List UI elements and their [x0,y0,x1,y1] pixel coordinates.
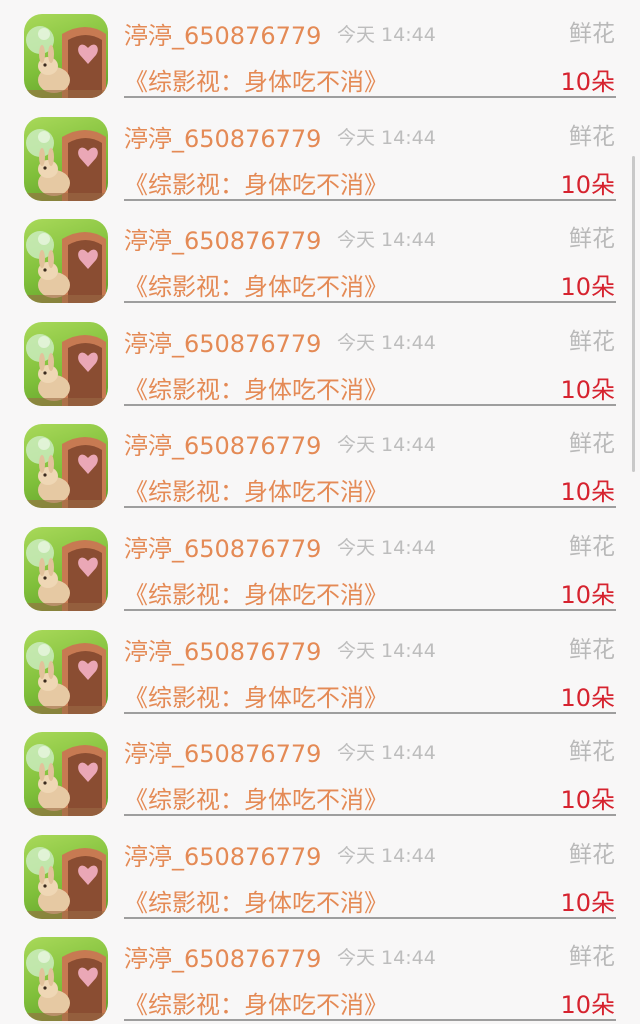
row-divider [124,609,616,611]
gift-count: 10朵 [560,478,615,507]
user-avatar[interactable] [24,629,108,714]
rabbit-avatar-icon [24,333,108,406]
gift-record-row[interactable]: 渟渟_650876779 今天 14:44 鲜花 《综影视：身体吃不消》 10朵 [0,513,640,615]
book-title[interactable]: 《综影视：身体吃不消》 [124,370,388,405]
user-avatar[interactable] [24,219,108,304]
gift-record-row[interactable]: 渟渟_650876779 今天 14:44 鲜花 《综影视：身体吃不消》 10朵 [0,923,640,1024]
row-divider [124,198,616,201]
user-avatar[interactable] [24,834,108,919]
gift-record-row[interactable]: 渟渟_650876779 今天 14:44 鲜花 《综影视：身体吃不消》 10朵 [0,616,640,718]
rabbit-avatar-icon [24,128,108,201]
user-avatar[interactable] [24,424,108,509]
gift-record-list[interactable]: 渟渟_650876779 今天 14:44 鲜花 《综影视：身体吃不消》 10朵… [0,0,640,1024]
row-divider [124,403,616,406]
rabbit-avatar-icon [24,231,108,304]
rabbit-avatar-icon [24,846,108,919]
row-divider [124,814,616,817]
book-title[interactable]: 《综影视：身体吃不消》 [124,165,388,200]
scrollbar[interactable] [632,156,635,472]
gift-record-row[interactable]: 渟渟_650876779 今天 14:44 鲜花 《综影视：身体吃不消》 10朵 [0,410,640,512]
username[interactable]: 渟渟_650876779 [124,939,321,974]
gift-type-label: 鲜花 [569,226,615,253]
gift-type-label: 鲜花 [569,841,615,868]
gift-record-row[interactable]: 渟渟_650876779 今天 14:44 鲜花 《综影视：身体吃不消》 10朵 [0,205,640,307]
username[interactable]: 渟渟_650876779 [124,324,321,359]
gift-type-label: 鲜花 [569,739,615,766]
book-title[interactable]: 《综影视：身体吃不消》 [124,575,388,610]
timestamp: 今天 14:44 [337,947,436,970]
gift-type-label: 鲜花 [569,944,615,971]
username[interactable]: 渟渟_650876779 [124,529,321,564]
gift-record-row[interactable]: 渟渟_650876779 今天 14:44 鲜花 《综影视：身体吃不消》 10朵 [0,821,640,923]
row-divider [124,1019,616,1022]
timestamp: 今天 14:44 [337,126,436,149]
user-avatar[interactable] [24,116,108,201]
gift-record-row[interactable]: 渟渟_650876779 今天 14:44 鲜花 《综影视：身体吃不消》 10朵 [0,0,640,102]
timestamp: 今天 14:44 [337,639,436,662]
row-divider [124,96,616,98]
user-avatar[interactable] [24,321,108,406]
book-title[interactable]: 《综影视：身体吃不消》 [124,472,388,507]
username[interactable]: 渟渟_650876779 [124,837,321,872]
gift-count: 10朵 [560,581,615,609]
gift-count: 10朵 [560,888,615,917]
gift-type-label: 鲜花 [569,328,615,355]
book-title[interactable]: 《综影视：身体吃不消》 [124,780,388,815]
user-avatar[interactable] [24,937,108,1022]
gift-record-row[interactable]: 渟渟_650876779 今天 14:44 鲜花 《综影视：身体吃不消》 10朵 [0,103,640,205]
row-divider [124,916,616,919]
book-title[interactable]: 《综影视：身体吃不消》 [124,267,388,302]
book-title[interactable]: 《综影视：身体吃不消》 [124,62,388,97]
gift-count: 10朵 [560,375,615,404]
rabbit-avatar-icon [24,436,108,509]
username[interactable]: 渟渟_650876779 [124,426,321,461]
gift-count: 10朵 [560,68,615,96]
user-avatar[interactable] [24,14,108,98]
timestamp: 今天 14:44 [337,537,436,559]
username[interactable]: 渟渟_650876779 [124,16,321,51]
rabbit-avatar-icon [24,641,108,714]
username[interactable]: 渟渟_650876779 [124,734,321,769]
timestamp: 今天 14:44 [337,331,436,354]
gift-count: 10朵 [560,991,615,1020]
gift-type-label: 鲜花 [569,21,615,47]
gift-record-row[interactable]: 渟渟_650876779 今天 14:44 鲜花 《综影视：身体吃不消》 10朵 [0,308,640,410]
row-divider [124,506,616,509]
book-title[interactable]: 《综影视：身体吃不消》 [124,883,388,918]
row-divider [124,711,616,714]
gift-type-label: 鲜花 [569,123,615,150]
gift-type-label: 鲜花 [569,636,615,663]
row-divider [124,301,616,304]
gift-count: 10朵 [560,786,615,815]
user-avatar[interactable] [24,527,108,611]
user-avatar[interactable] [24,732,108,817]
gift-count: 10朵 [560,273,615,302]
book-title[interactable]: 《综影视：身体吃不消》 [124,985,388,1020]
rabbit-avatar-icon [24,539,108,611]
gift-count: 10朵 [560,170,615,199]
timestamp: 今天 14:44 [337,742,436,765]
rabbit-avatar-icon [24,26,108,98]
rabbit-avatar-icon [24,744,108,817]
username[interactable]: 渟渟_650876779 [124,632,321,667]
timestamp: 今天 14:44 [337,229,436,252]
gift-type-label: 鲜花 [569,534,615,560]
username[interactable]: 渟渟_650876779 [124,119,321,154]
gift-type-label: 鲜花 [569,431,615,458]
gift-record-row[interactable]: 渟渟_650876779 今天 14:44 鲜花 《综影视：身体吃不消》 10朵 [0,718,640,820]
timestamp: 今天 14:44 [337,844,436,867]
gift-count: 10朵 [560,683,615,712]
timestamp: 今天 14:44 [337,434,436,457]
rabbit-avatar-icon [24,949,108,1022]
username[interactable]: 渟渟_650876779 [124,221,321,256]
book-title[interactable]: 《综影视：身体吃不消》 [124,678,388,713]
timestamp: 今天 14:44 [337,24,436,46]
